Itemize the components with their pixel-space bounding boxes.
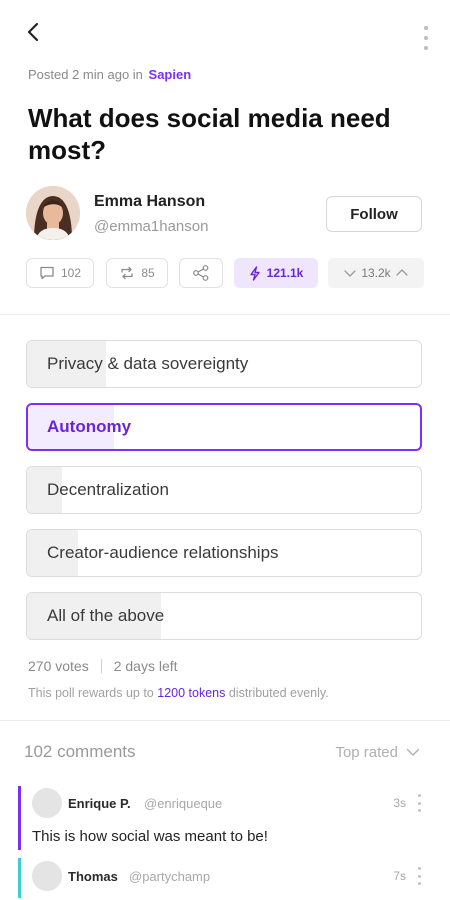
share-nodes-icon — [192, 265, 210, 281]
top-bar — [0, 0, 450, 64]
comment-thread-bar — [18, 858, 21, 898]
boost-button[interactable]: 121.1k — [234, 258, 318, 288]
share-button[interactable] — [179, 258, 223, 288]
sort-label: Top rated — [335, 744, 398, 761]
downvote-chevron-down-icon[interactable] — [343, 268, 357, 278]
speech-bubble-icon — [39, 266, 55, 280]
post-title: What does social media need most? — [28, 103, 391, 165]
poll-option-label: Privacy & data sovereignty — [47, 354, 249, 373]
vote-total: 270 votes — [28, 658, 89, 674]
comment-item: Thomas @partychamp 7s — [18, 858, 438, 898]
poll-option-selected[interactable]: Autonomy — [26, 403, 422, 451]
comment-time: 3s — [393, 796, 406, 810]
poll-option-label: All of the above — [47, 606, 165, 625]
comment-author-name[interactable]: Thomas — [68, 869, 118, 884]
poll-option-label: Autonomy — [47, 417, 132, 436]
action-row: 102 85 121.1k 13.2k — [26, 258, 424, 290]
poll-meta: 270 votes 2 days left — [28, 658, 178, 674]
comment-time: 7s — [393, 869, 406, 883]
reward-prefix: This poll rewards up to — [28, 686, 154, 700]
comment-author-handle: @partychamp — [129, 869, 211, 884]
vote-count: 13.2k — [361, 266, 391, 280]
poll-reward-note: This poll rewards up to 1200 tokens dist… — [28, 686, 329, 700]
poll-option-label: Creator-audience relationships — [47, 543, 279, 562]
poll-option-label: Decentralization — [47, 480, 169, 499]
comment-avatar[interactable] — [32, 861, 62, 891]
lightning-icon — [249, 265, 261, 281]
meta-separator — [100, 659, 102, 673]
divider — [0, 720, 450, 721]
author-name[interactable]: Emma Hanson — [94, 193, 205, 211]
author-handle: @emma1hanson — [94, 218, 209, 235]
comments-count-label: 102 comments — [24, 742, 136, 761]
poll-option[interactable]: Creator-audience relationships — [26, 529, 422, 577]
sort-dropdown[interactable]: Top rated — [335, 744, 420, 761]
comment-avatar[interactable] — [32, 788, 62, 818]
comment-item: Enrique P. @enriqueque 3s This is how so… — [18, 786, 438, 850]
follow-button[interactable]: Follow — [326, 196, 422, 232]
boost-count: 121.1k — [266, 266, 304, 280]
community-link[interactable]: Sapien — [149, 67, 192, 82]
poll-option[interactable]: Decentralization — [26, 466, 422, 514]
more-vertical-dots-icon[interactable] — [422, 26, 430, 50]
comment-thread-bar — [18, 786, 21, 850]
poll-option[interactable]: Privacy & data sovereignty — [26, 340, 422, 388]
comment-more-vertical-dots-icon[interactable] — [418, 867, 422, 885]
comments-count: 102 — [60, 266, 82, 280]
comment-text: This is how social was meant to be! — [32, 828, 268, 845]
sort-chevron-down-icon — [406, 744, 420, 761]
avatar[interactable] — [26, 186, 80, 240]
comment-author-handle: @enriqueque — [144, 796, 223, 811]
divider — [0, 314, 450, 315]
back-chevron-left-icon[interactable] — [22, 20, 46, 44]
time-left: 2 days left — [113, 658, 178, 674]
repost-button[interactable]: 85 — [106, 258, 168, 288]
comment-more-vertical-dots-icon[interactable] — [418, 794, 422, 812]
posted-meta: Posted 2 min ago in Sapien — [28, 67, 191, 82]
reposts-count: 85 — [141, 266, 155, 280]
repost-arrows-icon — [119, 266, 135, 280]
comments-button[interactable]: 102 — [26, 258, 94, 288]
author-row: Emma Hanson @emma1hanson Follow — [26, 184, 426, 244]
upvote-chevron-up-icon[interactable] — [395, 268, 409, 278]
comment-author-name[interactable]: Enrique P. — [68, 796, 131, 811]
vote-control: 13.2k — [328, 258, 424, 288]
poll-option[interactable]: All of the above — [26, 592, 422, 640]
reward-suffix: distributed evenly. — [228, 686, 329, 700]
posted-prefix: Posted 2 min ago in — [28, 67, 143, 82]
reward-tokens-link[interactable]: 1200 tokens — [157, 686, 225, 700]
